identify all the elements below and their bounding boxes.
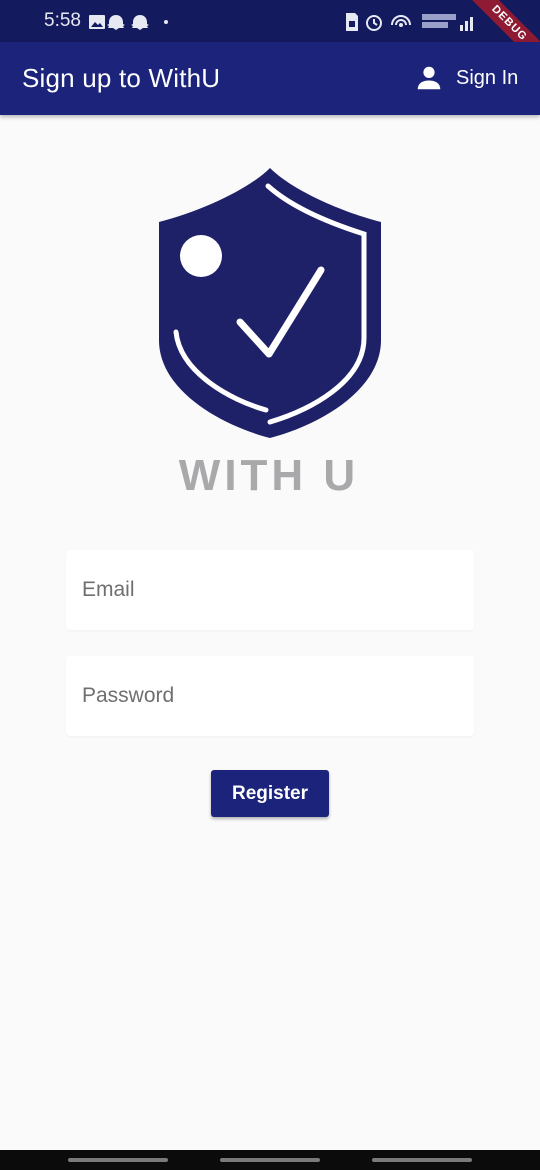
- snapchat-icon: [131, 15, 149, 30]
- sim-icon: [346, 13, 358, 31]
- sign-in-button[interactable]: Sign In: [414, 60, 518, 96]
- volte-icon: [422, 14, 456, 28]
- email-field[interactable]: [66, 550, 474, 630]
- password-field[interactable]: [66, 656, 474, 736]
- person-icon: [417, 66, 441, 90]
- nav-home-handle[interactable]: [220, 1158, 320, 1162]
- status-bar: 5:58 DEBUG: [0, 0, 540, 77]
- image-icon: [89, 15, 105, 29]
- password-field-container: [66, 656, 474, 736]
- register-button[interactable]: Register: [211, 770, 329, 817]
- dot-icon: [164, 20, 168, 24]
- signal-icon: [460, 17, 473, 31]
- shield-check-icon: [159, 168, 381, 438]
- nav-back-handle[interactable]: [372, 1158, 472, 1162]
- system-nav-bar: [0, 1150, 540, 1170]
- status-time: 5:58: [44, 10, 81, 31]
- logo-text: WITH U: [179, 451, 359, 500]
- hotspot-icon: [391, 15, 411, 27]
- email-field-container: [66, 550, 474, 630]
- withu-logo: WITH U: [150, 160, 390, 500]
- sign-in-label: Sign In: [456, 66, 519, 89]
- status-right-icons: [344, 11, 484, 38]
- alarm-icon: [366, 15, 382, 31]
- app-bar: Sign up to WithU Sign In: [0, 42, 540, 115]
- status-left-icons: [88, 13, 168, 36]
- page-title: Sign up to WithU: [22, 63, 221, 93]
- nav-recents-handle[interactable]: [68, 1158, 168, 1162]
- snapchat-icon: [107, 15, 125, 30]
